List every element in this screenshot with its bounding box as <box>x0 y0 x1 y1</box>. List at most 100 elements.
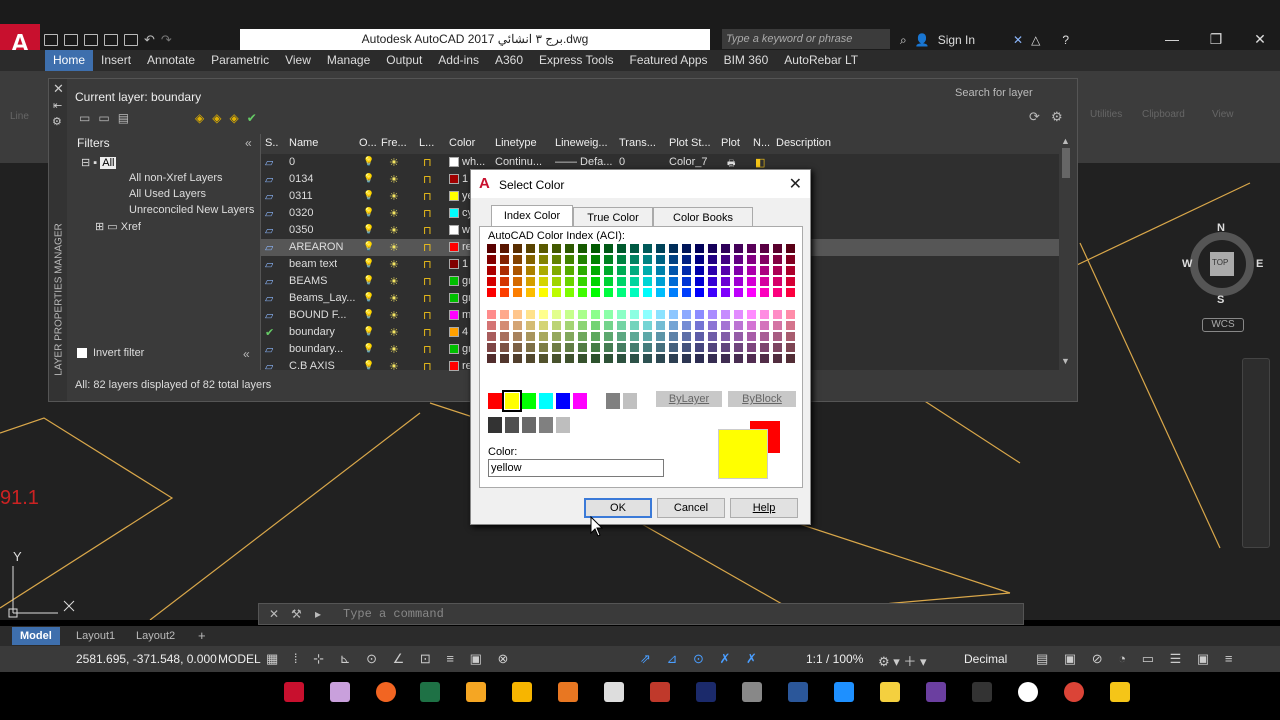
new-layer-icon[interactable]: ◈ <box>195 111 204 125</box>
layer-name[interactable]: boundary... <box>289 343 343 355</box>
lock-icon[interactable]: ⊓ <box>423 156 432 169</box>
aci-swatch[interactable] <box>669 332 678 341</box>
aci-swatch[interactable] <box>578 277 587 286</box>
sun-icon[interactable]: ☀ <box>389 360 399 373</box>
new-layer-vp-icon[interactable]: ◈ <box>212 111 221 125</box>
layer-status-icon[interactable]: ▱ <box>265 207 273 220</box>
bulb-icon[interactable]: 💡 <box>363 224 374 235</box>
bulb-icon[interactable]: 💡 <box>363 258 374 269</box>
a360-icon[interactable]: △ <box>1031 33 1040 47</box>
aci-swatch[interactable] <box>643 343 652 352</box>
aci-swatch[interactable] <box>669 354 678 363</box>
taskbar-app-icon[interactable] <box>284 682 304 702</box>
aci-swatch[interactable] <box>695 277 704 286</box>
aci-swatch[interactable] <box>565 321 574 330</box>
color-swatch[interactable] <box>449 174 459 184</box>
tab-featured-apps[interactable]: Featured Apps <box>622 50 716 71</box>
aci-swatch[interactable] <box>734 255 743 264</box>
aci-swatch[interactable] <box>786 343 795 352</box>
aci-swatch[interactable] <box>617 332 626 341</box>
aci-swatch[interactable] <box>786 277 795 286</box>
col-freeze[interactable]: Fre... <box>381 137 407 149</box>
aci-swatch[interactable] <box>747 266 756 275</box>
close-cmd-icon[interactable]: ✕ <box>269 607 279 621</box>
autohide-icon[interactable]: ⇤ <box>53 99 62 112</box>
aci-swatch[interactable] <box>708 310 717 319</box>
aci-swatch[interactable] <box>721 244 730 253</box>
aci-swatch[interactable] <box>643 310 652 319</box>
aci-swatch[interactable] <box>669 266 678 275</box>
dialog-close-icon[interactable]: ✕ <box>789 174 802 194</box>
lock-icon[interactable]: ⊓ <box>423 275 432 288</box>
aci-swatch[interactable] <box>708 288 717 297</box>
sun-icon[interactable]: ☀ <box>389 173 399 186</box>
aci-swatch[interactable] <box>656 266 665 275</box>
photoshop-icon[interactable] <box>696 682 716 702</box>
aci-swatch[interactable] <box>513 310 522 319</box>
layer-name[interactable]: AREARON <box>289 241 343 253</box>
wcs-menu[interactable]: WCS <box>1202 318 1244 332</box>
aci-swatch[interactable] <box>669 244 678 253</box>
aci-swatch[interactable] <box>617 277 626 286</box>
layer-name[interactable]: Beams_Lay... <box>289 292 355 304</box>
aci-swatch[interactable] <box>604 288 613 297</box>
aci-swatch[interactable] <box>526 255 535 264</box>
aci-swatch[interactable] <box>500 255 509 264</box>
workspace-gear-icon[interactable]: ⚙ ▾ ＋ ▾ <box>878 651 927 670</box>
aci-swatch[interactable] <box>617 321 626 330</box>
color-swatch[interactable] <box>449 276 459 286</box>
aci-swatch[interactable] <box>591 310 600 319</box>
std-color-swatch[interactable] <box>502 390 522 412</box>
std-color-swatch[interactable] <box>522 393 536 409</box>
viewcube[interactable]: N S E W TOP <box>1182 222 1263 306</box>
close-button[interactable]: ✕ <box>1238 28 1280 50</box>
aci-swatch[interactable] <box>565 244 574 253</box>
aci-swatch[interactable] <box>721 255 730 264</box>
print-icon[interactable] <box>124 34 138 46</box>
aci-swatch[interactable] <box>539 321 548 330</box>
state-manager-icon[interactable]: ▤ <box>118 111 129 125</box>
layer-transparency[interactable]: 0 <box>619 156 625 168</box>
bulb-icon[interactable]: 💡 <box>363 241 374 252</box>
bulb-icon[interactable]: 💡 <box>363 173 374 184</box>
aci-swatch[interactable] <box>747 310 756 319</box>
aci-swatch[interactable] <box>786 332 795 341</box>
invert-checkbox[interactable] <box>77 348 87 359</box>
aci-swatch[interactable] <box>526 310 535 319</box>
aci-swatch[interactable] <box>695 321 704 330</box>
aci-swatch[interactable] <box>695 343 704 352</box>
aci-swatch[interactable] <box>656 310 665 319</box>
color-swatch[interactable] <box>449 225 459 235</box>
aci-swatch[interactable] <box>656 321 665 330</box>
lock-icon[interactable]: ⊓ <box>423 292 432 305</box>
collapse-icon-2[interactable]: « <box>243 347 250 361</box>
aci-swatch[interactable] <box>734 277 743 286</box>
taskbar-app-icon[interactable] <box>834 682 854 702</box>
status-tools[interactable]: ▤ ▣ ⊘ ◔ ▭ ☰ ▣ ≡ <box>1036 651 1238 667</box>
aci-swatch[interactable] <box>565 277 574 286</box>
aci-swatch[interactable] <box>604 343 613 352</box>
tab-model[interactable]: Model <box>12 627 60 645</box>
taskbar-app-icon[interactable] <box>330 682 350 702</box>
aci-swatch[interactable] <box>591 277 600 286</box>
aci-swatch[interactable] <box>487 277 496 286</box>
sun-icon[interactable]: ☀ <box>389 190 399 203</box>
tab-annotate[interactable]: Annotate <box>139 50 203 71</box>
filter-xref[interactable]: ⊞ ▭ Xref <box>95 220 141 233</box>
col-lock[interactable]: L... <box>419 137 434 149</box>
bulb-icon[interactable]: 💡 <box>363 292 374 303</box>
save-icon[interactable] <box>84 34 98 46</box>
new-filter-icon[interactable]: ▭ <box>79 111 90 125</box>
sun-icon[interactable]: ☀ <box>389 326 399 339</box>
lock-icon[interactable]: ⊓ <box>423 190 432 203</box>
tab-autorebar[interactable]: AutoRebar LT <box>776 50 866 71</box>
aci-swatch[interactable] <box>695 310 704 319</box>
aci-swatch[interactable] <box>682 343 691 352</box>
aci-swatch[interactable] <box>708 255 717 264</box>
aci-swatch[interactable] <box>656 255 665 264</box>
bulb-icon[interactable]: 💡 <box>363 343 374 354</box>
aci-swatch[interactable] <box>500 354 509 363</box>
aci-swatch[interactable] <box>539 277 548 286</box>
aci-swatch[interactable] <box>487 332 496 341</box>
aci-swatch[interactable] <box>578 266 587 275</box>
